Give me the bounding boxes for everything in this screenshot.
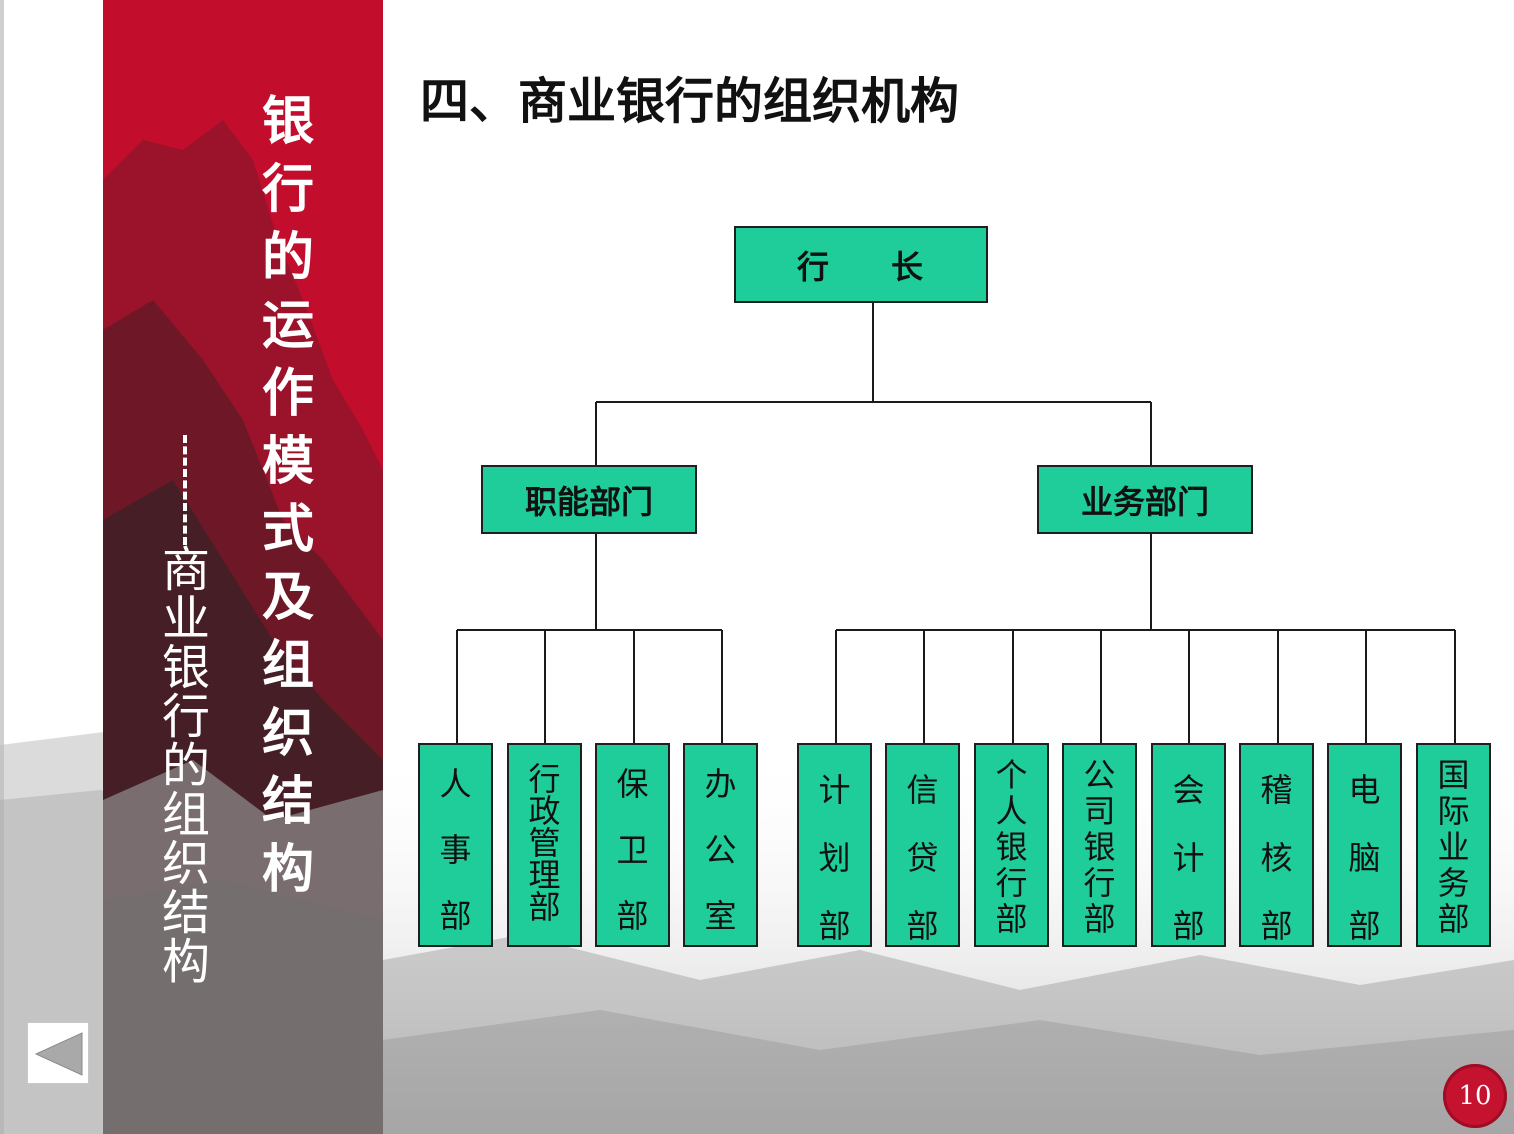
leaf-char: 公	[704, 831, 737, 869]
org-leaf-international: 国 际 业 务 部	[1416, 743, 1491, 947]
leaf-char: 银	[995, 828, 1028, 866]
org-node-business-departments: 业务部门	[1037, 465, 1253, 534]
org-node-president-label-left: 行	[796, 247, 831, 286]
leaf-char: 会	[1172, 771, 1205, 809]
org-leaf-office: 办 公 室	[683, 743, 758, 947]
leaf-char: 个	[995, 756, 1028, 794]
leaf-char: 人	[439, 765, 472, 803]
leaf-char: 政	[528, 792, 561, 830]
org-chart-connectors	[456, 302, 1456, 744]
leaf-char: 银	[1083, 828, 1116, 866]
leaf-char: 行	[1083, 864, 1116, 902]
org-leaf-computer: 电 脑 部	[1327, 743, 1402, 947]
leaf-char: 部	[1437, 900, 1470, 938]
leaf-char: 核	[1260, 839, 1293, 877]
leaf-char: 电	[1348, 771, 1381, 809]
leaf-char: 部	[995, 900, 1028, 938]
org-node-label: 业务部门	[1080, 482, 1209, 521]
leaf-char: 公	[1083, 756, 1116, 794]
leaf-char: 理	[528, 856, 561, 894]
org-node-functional-departments: 职能部门	[481, 465, 697, 534]
leaf-char: 贷	[906, 839, 939, 877]
leaf-char: 计	[818, 771, 851, 809]
leaf-char: 部	[439, 897, 472, 935]
leaf-char: 卫	[616, 831, 649, 869]
org-leaf-hr: 人 事 部	[418, 743, 493, 947]
org-leaf-personal-banking: 个 人 银 行 部	[974, 743, 1049, 947]
leaf-char: 脑	[1348, 839, 1381, 877]
leaf-char: 际	[1437, 792, 1470, 830]
leaf-char: 部	[1348, 907, 1381, 945]
leaf-char: 部	[1172, 907, 1205, 945]
page-number-badge: 10	[1443, 1064, 1507, 1128]
leaf-char: 保	[616, 765, 649, 803]
page-number: 10	[1458, 1081, 1492, 1111]
org-node-label: 职能部门	[524, 482, 653, 521]
org-node-president: 行 长	[734, 226, 988, 303]
org-leaf-security: 保 卫 部	[595, 743, 670, 947]
leaf-char: 划	[818, 839, 851, 877]
org-leaf-corporate-banking: 公 司 银 行 部	[1062, 743, 1137, 947]
org-leaf-audit: 稽 核 部	[1239, 743, 1314, 947]
leaf-char: 业	[1437, 828, 1470, 866]
org-node-president-label-right: 长	[891, 247, 926, 286]
leaf-char: 计	[1172, 839, 1205, 877]
org-leaf-planning: 计 划 部	[797, 743, 872, 947]
leaf-char: 信	[906, 771, 939, 809]
leaf-char: 部	[1083, 900, 1116, 938]
leaf-char: 部	[818, 907, 851, 945]
leaf-char: 事	[439, 831, 472, 869]
leaf-char: 司	[1083, 792, 1116, 830]
leaf-char: 部	[616, 897, 649, 935]
leaf-char: 部	[1260, 907, 1293, 945]
leaf-char: 务	[1437, 864, 1470, 902]
leaf-char: 行	[995, 864, 1028, 902]
leaf-char: 人	[995, 792, 1028, 830]
leaf-char: 部	[906, 907, 939, 945]
leaf-char: 办	[704, 765, 737, 803]
leaf-char: 稽	[1260, 771, 1293, 809]
leaf-char: 管	[528, 824, 561, 862]
leaf-char: 国	[1437, 756, 1470, 794]
leaf-char: 行	[528, 760, 561, 798]
leaf-char: 室	[704, 897, 737, 935]
leaf-char: 部	[528, 888, 561, 926]
org-leaf-credit: 信 贷 部	[885, 743, 960, 947]
org-leaf-accounting: 会 计 部	[1151, 743, 1226, 947]
org-leaf-admin: 行 政 管 理 部	[507, 743, 582, 947]
